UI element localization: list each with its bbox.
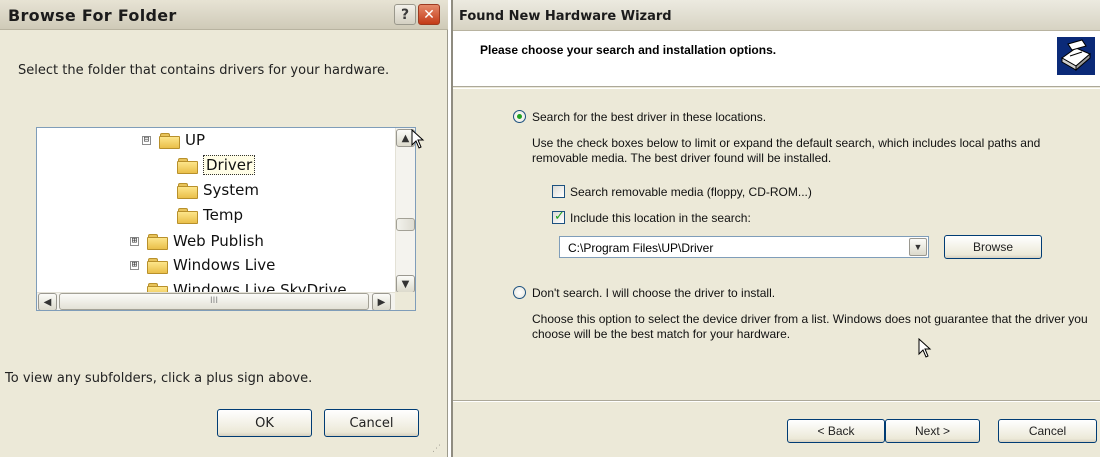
tree-item-label: Driver (203, 155, 256, 175)
tree-item-label: Web Publish (173, 232, 264, 250)
scroll-left-button[interactable]: ◀ (38, 293, 57, 310)
search-option-label[interactable]: Search for the best driver in these loca… (532, 110, 766, 124)
resize-grip-icon[interactable]: ⋰ (432, 444, 444, 454)
subfolder-hint: To view any subfolders, click a plus sig… (5, 371, 313, 386)
dialog-title: Browse For Folder (8, 6, 177, 25)
wizard-cancel-button[interactable]: Cancel (998, 419, 1097, 443)
folder-icon (147, 257, 168, 274)
scroll-corner (395, 292, 415, 310)
expand-icon[interactable]: ⊞ (130, 260, 139, 270)
found-new-hardware-wizard: Found New Hardware Wizard Please choose … (451, 0, 1100, 457)
wizard-title: Found New Hardware Wizard (459, 9, 672, 24)
folder-icon (177, 207, 198, 224)
back-button[interactable]: < Back (787, 419, 885, 443)
tree-item-driver[interactable]: Driver (177, 154, 256, 176)
hardware-wizard-icon (1057, 37, 1095, 75)
removable-media-checkbox[interactable] (552, 185, 565, 198)
manual-option-label[interactable]: Don't search. I will choose the driver t… (532, 286, 775, 300)
horizontal-scrollbar[interactable]: ◀ III ▶ (37, 292, 415, 310)
close-button[interactable]: ✕ (418, 4, 440, 25)
tree-item-temp[interactable]: Temp (177, 204, 243, 226)
vertical-scroll-thumb[interactable] (396, 218, 415, 231)
search-option-description: Use the check boxes below to limit or ex… (532, 136, 1041, 165)
folder-icon (147, 233, 168, 250)
expand-icon[interactable]: ⊞ (130, 236, 139, 246)
browse-button[interactable]: Browse (944, 235, 1042, 259)
tree-item-label: System (203, 181, 259, 199)
include-location-checkbox[interactable] (552, 209, 565, 224)
vertical-scrollbar[interactable]: ▲ ▼ (395, 128, 415, 294)
manual-option-description: Choose this option to select the device … (532, 312, 1088, 341)
tree-item-label: Temp (203, 206, 243, 224)
horizontal-scroll-thumb[interactable]: III (59, 293, 369, 310)
title-bar[interactable]: Found New Hardware Wizard (453, 0, 1100, 31)
help-button[interactable]: ? (394, 4, 416, 25)
next-button[interactable]: Next > (885, 419, 980, 443)
title-bar[interactable]: Browse For Folder ? ✕ (0, 0, 448, 30)
tree-item-windows-live[interactable]: ⊞ Windows Live (130, 254, 275, 276)
mouse-pointer-icon (411, 129, 425, 149)
scroll-right-button[interactable]: ▶ (372, 293, 391, 310)
tree-item-system[interactable]: System (177, 179, 259, 201)
wizard-header: Please choose your search and installati… (453, 31, 1100, 87)
chevron-down-icon[interactable]: ▼ (909, 238, 927, 256)
tree-item-label: Windows Live (173, 256, 276, 274)
folder-open-icon (177, 157, 198, 174)
folder-icon (177, 182, 198, 199)
mouse-pointer-icon (918, 338, 932, 358)
location-value: C:\Program Files\UP\Driver (568, 241, 714, 255)
tree-item-up[interactable]: ⊟ UP (142, 129, 205, 151)
cancel-button[interactable]: Cancel (324, 409, 419, 437)
tree-item-web-publish[interactable]: ⊞ Web Publish (130, 230, 264, 252)
manual-radio[interactable] (513, 286, 526, 299)
removable-media-label[interactable]: Search removable media (floppy, CD-ROM..… (570, 185, 812, 199)
tree-item-label: UP (185, 131, 206, 149)
location-combo[interactable]: C:\Program Files\UP\Driver ▼ (559, 236, 929, 258)
folder-icon (159, 132, 180, 149)
collapse-icon[interactable]: ⊟ (142, 135, 151, 145)
folder-prompt: Select the folder that contains drivers … (18, 63, 390, 78)
ok-button[interactable]: OK (217, 409, 312, 437)
wizard-heading: Please choose your search and installati… (480, 43, 777, 57)
folder-tree[interactable]: ⊟ UP Driver System Temp ⊞ Web Publish ⊞ … (36, 127, 416, 311)
header-divider (453, 88, 1100, 89)
search-radio[interactable] (513, 110, 526, 123)
scroll-down-button[interactable]: ▼ (396, 275, 415, 293)
footer-divider (453, 400, 1100, 402)
include-location-label[interactable]: Include this location in the search: (570, 211, 751, 225)
browse-for-folder-dialog: Browse For Folder ? ✕ Select the folder … (0, 0, 448, 457)
